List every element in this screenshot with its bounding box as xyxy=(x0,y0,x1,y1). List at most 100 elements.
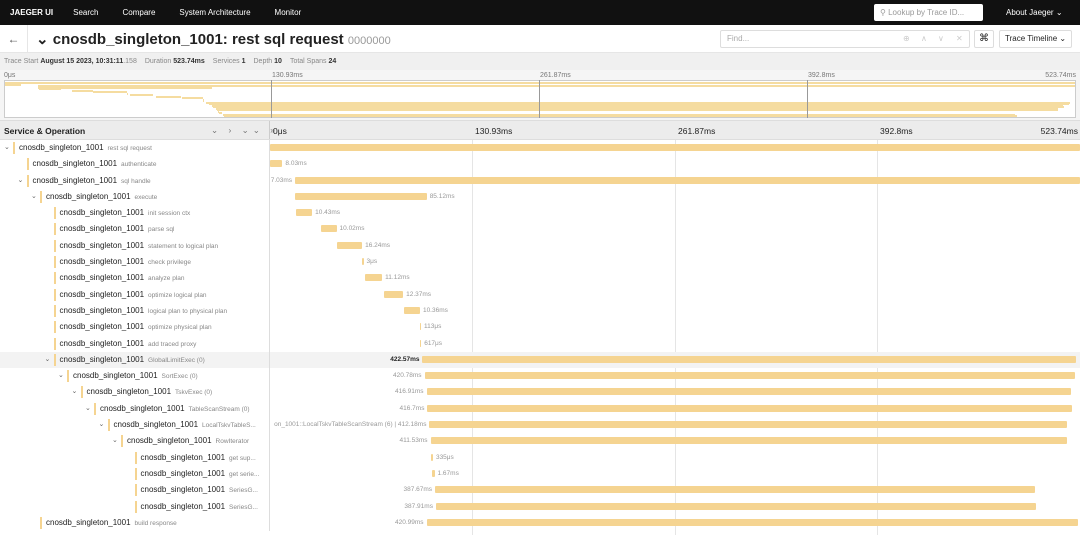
span-name-cell[interactable]: cnosdb_singleton_1001 check privilege xyxy=(0,254,270,271)
span-name-cell[interactable]: cnosdb_singleton_1001 statement to logica… xyxy=(0,237,270,255)
span-bar[interactable] xyxy=(435,502,1036,510)
span-row[interactable]: ⌄ cnosdb_singleton_1001 RowIterator 411.53m… xyxy=(0,433,1080,450)
span-row[interactable]: cnosdb_singleton_1001 logical plan to phy… xyxy=(0,302,1080,320)
span-row[interactable]: cnosdb_singleton_1001 check privilege 3μs xyxy=(0,254,1080,271)
span-bar[interactable] xyxy=(435,486,1035,494)
span-bar[interactable] xyxy=(426,518,1078,526)
about-jaeger-menu[interactable]: About Jaeger ⌄ xyxy=(1006,8,1063,17)
chevron-down-icon[interactable]: ⌄ xyxy=(4,143,10,151)
span-name-cell[interactable]: cnosdb_singleton_1001 optimize logical pl… xyxy=(0,286,270,303)
span-row[interactable]: ⌄ cnosdb_singleton_1001 GlobalLimitExec (0… xyxy=(0,351,1080,369)
span-bar[interactable] xyxy=(270,160,283,168)
span-name-cell[interactable]: ⌄ cnosdb_singleton_1001 execute xyxy=(0,188,270,206)
locate-icon[interactable]: ⊕ xyxy=(903,31,910,47)
span-bar[interactable] xyxy=(403,306,420,314)
span-name-cell[interactable]: cnosdb_singleton_1001 logical plan to phy… xyxy=(0,302,270,320)
span-bar[interactable] xyxy=(431,453,433,461)
prev-match-icon[interactable]: ∧ xyxy=(921,31,927,47)
span-row[interactable]: cnosdb_singleton_1001 statement to logica… xyxy=(0,237,1080,255)
span-name-cell[interactable]: cnosdb_singleton_1001 get sup... xyxy=(0,449,270,466)
span-bar[interactable] xyxy=(427,404,1072,412)
span-row[interactable]: ⌄ cnosdb_singleton_1001 LocalTskvTableS...… xyxy=(0,417,1080,434)
span-bar[interactable] xyxy=(295,209,313,217)
nav-system-architecture[interactable]: System Architecture xyxy=(179,8,250,17)
span-bar[interactable] xyxy=(431,469,435,477)
nav-monitor[interactable]: Monitor xyxy=(275,8,302,17)
span-name-cell[interactable]: ⌄ cnosdb_singleton_1001 rest sql request xyxy=(0,140,270,157)
span-bar[interactable] xyxy=(295,192,427,200)
span-name-cell[interactable]: cnosdb_singleton_1001 SeriesG... xyxy=(0,498,270,515)
span-name-cell[interactable]: ⌄ cnosdb_singleton_1001 LocalTskvTableS... xyxy=(0,417,270,434)
span-row[interactable]: cnosdb_singleton_1001 get sup... 335μs xyxy=(0,449,1080,466)
chevron-down-icon[interactable]: ⌄ xyxy=(58,371,64,379)
span-name-cell[interactable]: cnosdb_singleton_1001 build response xyxy=(0,514,270,532)
span-name-cell[interactable]: cnosdb_singleton_1001 SeriesG... xyxy=(0,482,270,499)
clear-icon[interactable]: ✕ xyxy=(956,31,963,47)
minimap-span xyxy=(38,86,212,89)
span-bar[interactable] xyxy=(321,225,337,233)
span-row[interactable]: cnosdb_singleton_1001 parse sql 10.02ms xyxy=(0,221,1080,238)
span-row[interactable]: cnosdb_singleton_1001 optimize logical pl… xyxy=(0,286,1080,303)
trace-title[interactable]: ⌄ cnosdb_singleton_1001: rest sql reques… xyxy=(36,30,391,48)
chevron-down-icon[interactable]: ⌄ xyxy=(45,355,51,363)
span-row[interactable]: ⌄ cnosdb_singleton_1001 sql handle 7.03ms xyxy=(0,172,1080,189)
span-name-cell[interactable]: ⌄ cnosdb_singleton_1001 TableScanStream (0… xyxy=(0,400,270,418)
trace-lookup-input[interactable]: ⚲ Lookup by Trace ID... xyxy=(874,4,983,21)
span-bar[interactable] xyxy=(429,421,1067,429)
back-arrow-icon[interactable]: ← xyxy=(0,24,28,53)
next-match-icon[interactable]: ∨ xyxy=(938,31,944,47)
span-bar[interactable] xyxy=(362,258,364,266)
span-row[interactable]: cnosdb_singleton_1001 get serie... 1.67ms xyxy=(0,465,1080,483)
nav-compare[interactable]: Compare xyxy=(122,8,155,17)
span-bar[interactable] xyxy=(426,388,1072,396)
span-row[interactable]: ⌄ cnosdb_singleton_1001 rest sql request xyxy=(0,140,1080,157)
span-bar[interactable] xyxy=(295,176,1080,184)
span-name-cell[interactable]: ⌄ cnosdb_singleton_1001 sql handle xyxy=(0,172,270,189)
brand-logo[interactable]: JAEGER UI xyxy=(10,8,53,17)
span-name-cell[interactable]: cnosdb_singleton_1001 parse sql xyxy=(0,221,270,238)
chevron-down-icon[interactable]: ⌄ xyxy=(18,176,24,184)
chevron-down-icon[interactable]: ⌄ xyxy=(112,436,118,444)
span-bar[interactable] xyxy=(424,372,1076,380)
span-row[interactable]: ⌄ cnosdb_singleton_1001 TableScanStream (0… xyxy=(0,400,1080,418)
span-name-cell[interactable]: cnosdb_singleton_1001 get serie... xyxy=(0,465,270,483)
span-row[interactable]: ⌄ cnosdb_singleton_1001 execute 85.12ms xyxy=(0,188,1080,206)
span-name-cell[interactable]: cnosdb_singleton_1001 authenticate xyxy=(0,156,270,173)
trace-minimap[interactable]: 0μs 130.93ms 261.87ms 392.8ms 523.74ms xyxy=(0,70,1080,120)
chevron-down-icon[interactable]: ⌄ xyxy=(31,192,37,200)
chevron-down-icon[interactable]: ⌄ xyxy=(99,420,105,428)
span-bar[interactable] xyxy=(364,274,383,282)
span-name-cell[interactable]: ⌄ cnosdb_singleton_1001 RowIterator xyxy=(0,433,270,450)
span-row[interactable]: cnosdb_singleton_1001 SeriesG... 387.91ms xyxy=(0,498,1080,515)
span-bar[interactable] xyxy=(270,144,1080,151)
span-row[interactable]: cnosdb_singleton_1001 optimize physical p… xyxy=(0,319,1080,336)
span-name-cell[interactable]: cnosdb_singleton_1001 analyze plan xyxy=(0,270,270,287)
span-bar[interactable] xyxy=(336,241,363,249)
find-input[interactable]: Find... ⊕ ∧ ∨ ✕ xyxy=(720,30,970,48)
span-row[interactable]: cnosdb_singleton_1001 init session ctx 10.… xyxy=(0,205,1080,222)
span-row[interactable]: cnosdb_singleton_1001 authenticate 8.03ms xyxy=(0,156,1080,173)
span-row[interactable]: ⌄ cnosdb_singleton_1001 TskvExec (0) 416.91… xyxy=(0,384,1080,401)
nav-search[interactable]: Search xyxy=(73,8,98,17)
chevron-down-icon[interactable]: ⌄ xyxy=(85,404,91,412)
span-bar[interactable] xyxy=(430,437,1067,445)
view-selector[interactable]: Trace Timeline ⌄ xyxy=(999,30,1072,48)
span-name-cell[interactable]: cnosdb_singleton_1001 add traced proxy xyxy=(0,335,270,352)
span-name-cell[interactable]: cnosdb_singleton_1001 optimize physical p… xyxy=(0,319,270,336)
span-row[interactable]: cnosdb_singleton_1001 SeriesG... 387.67ms xyxy=(0,482,1080,499)
span-row[interactable]: cnosdb_singleton_1001 build response 420.9… xyxy=(0,514,1080,532)
minimap-canvas[interactable] xyxy=(4,80,1076,118)
span-bar[interactable] xyxy=(419,323,422,331)
span-name-cell[interactable]: ⌄ cnosdb_singleton_1001 TskvExec (0) xyxy=(0,384,270,401)
span-bar[interactable] xyxy=(419,339,422,347)
span-row[interactable]: ⌄ cnosdb_singleton_1001 SortExec (0) 420.78… xyxy=(0,368,1080,385)
span-bar[interactable] xyxy=(383,290,404,298)
keyboard-shortcuts-button[interactable]: ⌘ xyxy=(974,30,994,48)
span-bar[interactable] xyxy=(422,355,1077,363)
span-name-cell[interactable]: ⌄ cnosdb_singleton_1001 GlobalLimitExec (0… xyxy=(0,351,270,369)
span-name-cell[interactable]: cnosdb_singleton_1001 init session ctx xyxy=(0,205,270,222)
chevron-down-icon[interactable]: ⌄ xyxy=(72,387,78,395)
span-name-cell[interactable]: ⌄ cnosdb_singleton_1001 SortExec (0) xyxy=(0,368,270,385)
span-row[interactable]: cnosdb_singleton_1001 add traced proxy 617… xyxy=(0,335,1080,352)
span-row[interactable]: cnosdb_singleton_1001 analyze plan 11.12ms xyxy=(0,270,1080,287)
